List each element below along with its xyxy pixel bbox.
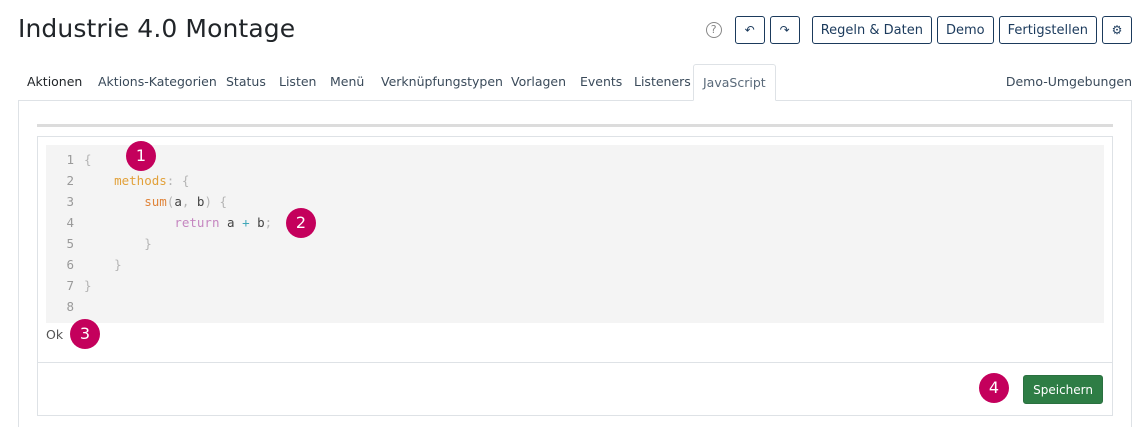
redo-button[interactable]: ↷ (769, 16, 800, 44)
line-number: 8 (66, 299, 74, 314)
tab-javascript[interactable]: JavaScript (693, 64, 776, 101)
code-token: ) { (204, 194, 228, 209)
code-token: } (84, 278, 92, 293)
code-line: 2 methods: { (46, 170, 189, 191)
code-token: ; (264, 215, 273, 230)
code-token: { (84, 152, 92, 167)
line-number: 7 (66, 278, 74, 293)
page-title: Industrie 4.0 Montage (18, 14, 296, 43)
annotation-marker-4: 4 (979, 373, 1009, 403)
code-line: 1{ (46, 149, 92, 170)
tab-events[interactable]: Events (571, 64, 631, 100)
code-editor[interactable]: 1{ 2 methods: { 3 sum(a, b) { 4 return a… (46, 145, 1104, 323)
editor-card: 1{ 2 methods: { 3 sum(a, b) { 4 return a… (37, 136, 1113, 416)
tab-bar: Aktionen Aktions-Kategorien Status Liste… (18, 64, 1132, 101)
code-token: return (174, 215, 220, 230)
demo-button[interactable]: Demo (936, 16, 994, 44)
line-number: 4 (66, 215, 74, 230)
redo-icon: ↷ (779, 23, 790, 37)
tab-demo-umgebungen[interactable]: Demo-Umgebungen (997, 64, 1132, 100)
rules-data-button[interactable]: Regeln & Daten (811, 16, 932, 44)
line-number: 5 (66, 236, 74, 251)
annotation-marker-1: 1 (126, 141, 156, 171)
undo-icon: ↶ (744, 23, 755, 37)
line-number: 3 (66, 194, 74, 209)
code-line: 7} (46, 275, 92, 296)
tab-aktions-kategorien[interactable]: Aktions-Kategorien (89, 64, 226, 100)
code-token: a (174, 194, 182, 209)
code-line: 3 sum(a, b) { (46, 191, 227, 212)
line-number: 2 (66, 173, 74, 188)
tab-listen[interactable]: Listen (270, 64, 325, 100)
code-token: b (257, 215, 265, 230)
code-line: 5 } (46, 233, 152, 254)
line-number: 6 (66, 257, 74, 272)
code-line: 6 } (46, 254, 122, 275)
divider (37, 124, 1113, 127)
save-button[interactable]: Speichern (1023, 375, 1103, 404)
annotation-marker-3: 3 (70, 319, 100, 349)
code-token: : { (166, 173, 190, 188)
undo-button[interactable]: ↶ (734, 16, 765, 44)
tab-menue[interactable]: Menü (321, 64, 373, 100)
line-number: 1 (66, 152, 74, 167)
code-token: + (242, 215, 250, 230)
gear-icon: ⚙ (1111, 23, 1123, 37)
annotation-marker-2: 2 (286, 208, 316, 238)
tab-listeners[interactable]: Listeners (625, 64, 700, 100)
tab-verknuepfungstypen[interactable]: Verknüpfungstypen (372, 64, 512, 100)
header-actions: ? ↶ ↷ Regeln & Daten Demo Fertigstellen … (705, 16, 1132, 44)
finish-button[interactable]: Fertigstellen (998, 16, 1097, 44)
code-line: 8 (46, 296, 84, 317)
settings-button[interactable]: ⚙ (1102, 16, 1132, 44)
tab-aktionen[interactable]: Aktionen (18, 64, 91, 100)
code-token: } (114, 257, 122, 272)
help-icon[interactable]: ? (705, 22, 722, 38)
code-line: 4 return a + b; (46, 212, 272, 233)
code-token: sum (144, 194, 167, 209)
code-token: , (181, 194, 197, 209)
code-token: methods (114, 173, 167, 188)
content-panel: 1{ 2 methods: { 3 sum(a, b) { 4 return a… (18, 100, 1132, 427)
validation-status: Ok (46, 327, 64, 342)
card-footer-divider (38, 362, 1112, 363)
code-token: } (144, 236, 152, 251)
code-token: a (227, 215, 235, 230)
tab-status[interactable]: Status (217, 64, 275, 100)
tab-vorlagen[interactable]: Vorlagen (502, 64, 575, 100)
